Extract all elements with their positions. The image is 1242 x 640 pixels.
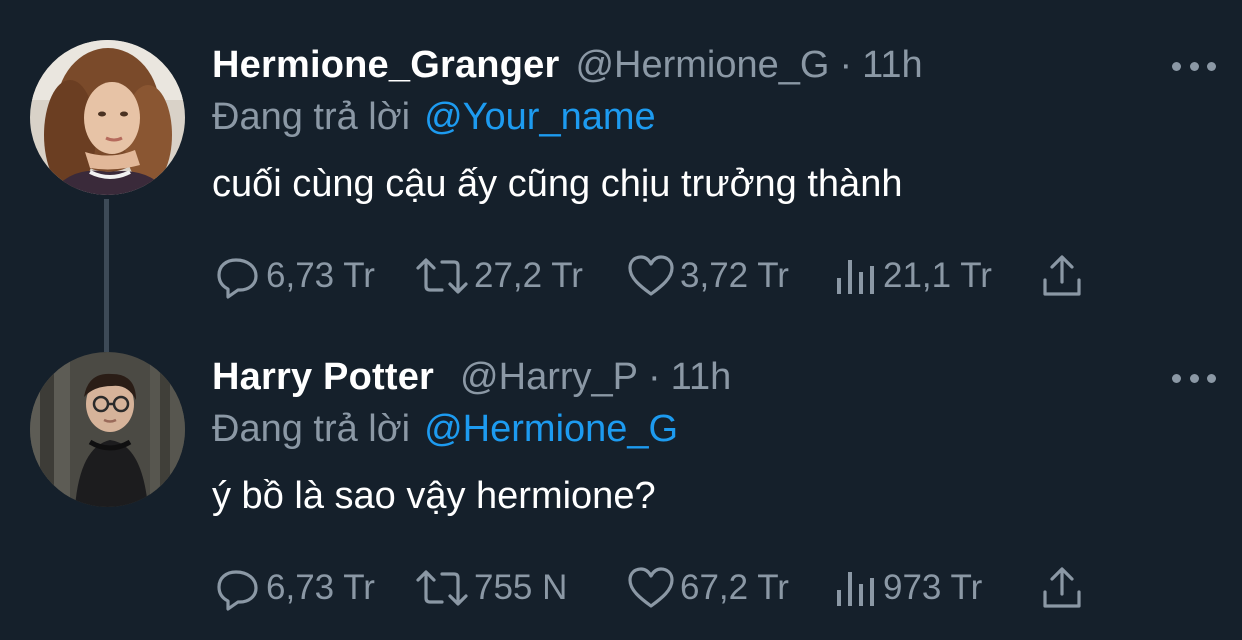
reply-count: 6,73 Tr: [266, 568, 375, 607]
tweet-header: Hermione_Granger @Hermione_G · 11h: [212, 44, 923, 90]
views-count: 21,1 Tr: [883, 256, 992, 295]
more-dot: [1189, 373, 1199, 383]
more-dot: [1207, 61, 1216, 71]
views-button[interactable]: 973 Tr: [833, 560, 982, 616]
retweet-icon: [416, 570, 468, 606]
tweet[interactable]: Hermione_Granger @Hermione_G · 11h Đang …: [0, 0, 1242, 312]
reply-thread: Hermione_Granger @Hermione_G · 11h Đang …: [0, 0, 1242, 640]
tweet-actions: 6,73 Tr 755 N 67,2 Tr 973 Tr: [212, 560, 1112, 616]
replying-to: Đang trả lời @Hermione_G: [212, 408, 678, 451]
views-icon: [837, 260, 874, 294]
separator-dot: ·: [839, 44, 853, 86]
tweet-text: ý bồ là sao vậy hermione?: [212, 475, 656, 517]
more-dot: [1207, 373, 1216, 383]
user-handle[interactable]: @Harry_P: [460, 356, 638, 399]
like-button[interactable]: 67,2 Tr: [626, 560, 789, 616]
more-icon[interactable]: [1172, 370, 1216, 386]
tweet-text: cuối cùng cậu ấy cũng chịu trưởng thành: [212, 163, 903, 205]
more-dot: [1172, 373, 1181, 383]
timestamp[interactable]: 11h: [862, 44, 923, 87]
more-dot: [1189, 61, 1199, 71]
replying-to-mention[interactable]: @Hermione_G: [424, 408, 678, 450]
display-name[interactable]: Harry Potter: [212, 356, 434, 399]
share-button[interactable]: [1040, 560, 1088, 616]
share-icon: [1043, 567, 1081, 608]
user-handle[interactable]: @Hermione_G: [575, 44, 829, 87]
heart-icon: [628, 255, 674, 296]
tweet[interactable]: Harry Potter @Harry_P · 11h Đang trả lời…: [0, 312, 1242, 640]
avatar[interactable]: [30, 352, 185, 507]
views-button[interactable]: 21,1 Tr: [833, 248, 992, 304]
retweet-count: 27,2 Tr: [474, 256, 583, 295]
like-count: 3,72 Tr: [680, 256, 789, 295]
reply-button[interactable]: 6,73 Tr: [214, 560, 375, 616]
heart-icon: [628, 567, 674, 608]
separator-dot: ·: [648, 356, 661, 398]
tweet-header: Harry Potter @Harry_P · 11h: [212, 356, 731, 402]
views-icon: [837, 572, 874, 606]
share-button[interactable]: [1040, 248, 1088, 304]
share-icon: [1043, 255, 1081, 296]
replying-to-mention[interactable]: @Your_name: [424, 96, 656, 138]
views-count: 973 Tr: [883, 568, 983, 607]
avatar[interactable]: [30, 40, 185, 195]
display-name[interactable]: Hermione_Granger: [212, 44, 559, 87]
like-button[interactable]: 3,72 Tr: [626, 248, 789, 304]
tweet-actions: 6,73 Tr 27,2 Tr 3,72 Tr 21,1 Tr: [212, 248, 1112, 304]
replying-to-label: Đang trả lời: [212, 96, 411, 138]
reply-button[interactable]: 6,73 Tr: [214, 248, 375, 304]
replying-to-label: Đang trả lời: [212, 408, 411, 450]
retweet-icon: [416, 258, 468, 294]
more-icon[interactable]: [1172, 58, 1216, 74]
reply-icon: [217, 570, 258, 611]
retweet-count: 755 N: [474, 568, 568, 607]
retweet-button[interactable]: 755 N: [414, 560, 567, 616]
more-dot: [1172, 61, 1181, 71]
timestamp[interactable]: 11h: [671, 356, 732, 399]
reply-count: 6,73 Tr: [266, 256, 375, 295]
like-count: 67,2 Tr: [680, 568, 789, 607]
replying-to: Đang trả lời @Your_name: [212, 96, 656, 139]
retweet-button[interactable]: 27,2 Tr: [414, 248, 583, 304]
reply-icon: [217, 258, 258, 299]
